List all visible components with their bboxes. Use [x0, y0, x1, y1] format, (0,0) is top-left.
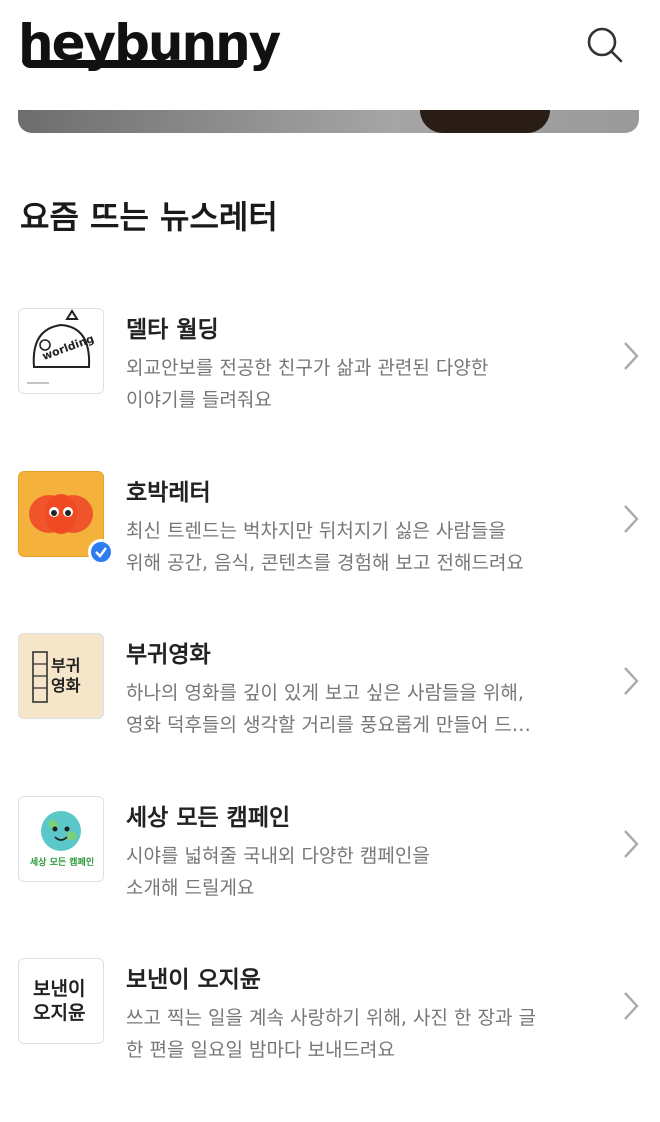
description-line-2: 소개해 드릴게요: [126, 877, 255, 899]
thumbnail-label: 세상 모든 캠페인: [29, 858, 95, 868]
description-line-1: 최신 트렌드는 벅차지만 뒤처지기 싫은 사람들을: [126, 520, 506, 542]
thumbnail-label: 보낸이 오지윤: [33, 978, 86, 1024]
description-line-1: 쓰고 찍는 일을 계속 사랑하기 위해, 사진 한 장과 글: [126, 1007, 536, 1029]
earth-smile-icon: [41, 811, 81, 851]
newsletter-name: 델타 월딩: [126, 317, 219, 343]
newsletter-thumbnail: 세상 모든 캠페인: [18, 796, 104, 882]
section-title: 요즘 뜨는 뉴스레터: [20, 198, 278, 236]
description-line-1: 시야를 넓혀줄 국내외 다양한 캠페인을: [126, 845, 430, 867]
description-line-2: 이야기를 들려줘요: [126, 389, 272, 411]
newsletter-description: 쓰고 찍는 일을 계속 사랑하기 위해, 사진 한 장과 글 한 편을 일요일 …: [126, 1002, 586, 1066]
newsletter-item[interactable]: worlding 델타 월딩 외교안보를 전공한 친구가 삶과 관련된 다양한 …: [0, 308, 660, 458]
search-icon[interactable]: [584, 24, 626, 66]
newsletter-description: 시야를 넓혀줄 국내외 다양한 캠페인을 소개해 드릴게요: [126, 840, 586, 904]
verified-badge-icon: [88, 539, 114, 565]
description-line-2: 영화 덕후들의 생각할 거리를 풍요롭게 만들어 드…: [126, 714, 531, 736]
newsletter-thumbnail: worlding: [18, 308, 104, 394]
newsletter-name: 부귀영화: [126, 642, 211, 668]
chevron-right-icon[interactable]: [622, 665, 640, 697]
description-line-2: 한 편을 일요일 밤마다 보내드려요: [126, 1039, 395, 1061]
chevron-right-icon[interactable]: [622, 340, 640, 372]
newsletter-name: 보낸이 오지윤: [126, 967, 261, 993]
logo-underline: [22, 60, 244, 68]
newsletter-thumbnail: 부귀영화: [18, 633, 104, 719]
newsletter-item[interactable]: 세상 모든 캠페인 세상 모든 캠페인 시야를 넓혀줄 국내외 다양한 캠페인을…: [0, 796, 660, 946]
description-line-1: 하나의 영화를 깊이 있게 보고 싶은 사람들을 위해,: [126, 682, 524, 704]
newsletter-description: 최신 트렌드는 벅차지만 뒤처지기 싫은 사람들을 위해 공간, 음식, 콘텐츠…: [126, 515, 586, 579]
description-line-2: 위해 공간, 음식, 콘텐츠를 경험해 보고 전해드려요: [126, 552, 524, 574]
newsletter-thumbnail: 보낸이 오지윤: [18, 958, 104, 1044]
newsletter-description: 하나의 영화를 깊이 있게 보고 싶은 사람들을 위해, 영화 덕후들의 생각할…: [126, 677, 586, 741]
newsletter-item[interactable]: 호박레터 최신 트렌드는 벅차지만 뒤처지기 싫은 사람들을 위해 공간, 음식…: [0, 471, 660, 621]
description-line-1: 외교안보를 전공한 친구가 삶과 관련된 다양한: [126, 357, 489, 379]
hero-banner-bottom[interactable]: [18, 110, 639, 133]
newsletter-item[interactable]: 부귀영화 부귀영화 하나의 영화를 깊이 있게 보고 싶은 사람들을 위해, 영…: [0, 633, 660, 783]
app-header: heybunny: [0, 0, 660, 100]
newsletter-name: 호박레터: [126, 480, 211, 506]
newsletter-item[interactable]: 보낸이 오지윤 보낸이 오지윤 쓰고 찍는 일을 계속 사랑하기 위해, 사진 …: [0, 958, 660, 1108]
thumbnail-label: 부귀영화: [51, 656, 81, 695]
chevron-right-icon[interactable]: [622, 990, 640, 1022]
banner-image-fragment: [420, 110, 550, 133]
chevron-right-icon[interactable]: [622, 503, 640, 535]
newsletter-description: 외교안보를 전공한 친구가 삶과 관련된 다양한 이야기를 들려줘요: [126, 352, 586, 416]
chevron-right-icon[interactable]: [622, 828, 640, 860]
newsletter-name: 세상 모든 캠페인: [126, 805, 291, 831]
